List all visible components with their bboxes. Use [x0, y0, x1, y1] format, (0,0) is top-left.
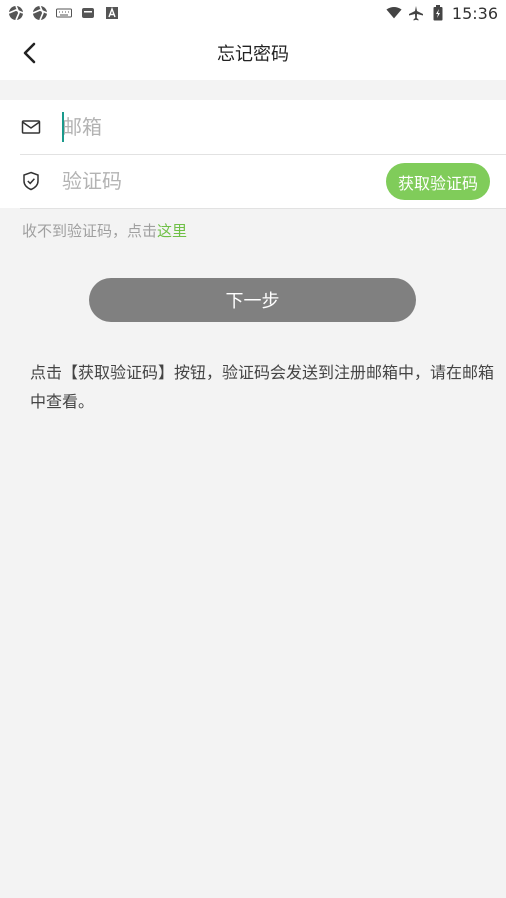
get-code-button[interactable]: 获取验证码 — [385, 163, 490, 200]
resend-link[interactable]: 这里 — [157, 222, 187, 240]
mail-icon — [20, 116, 42, 138]
system-icons: 15:36 — [386, 4, 498, 23]
airplane-icon — [408, 5, 424, 21]
navigation-bar: 忘记密码 — [0, 26, 506, 80]
battery-icon — [430, 5, 446, 21]
aperture-icon — [8, 5, 24, 21]
spacer — [0, 80, 506, 100]
card-icon — [80, 5, 96, 21]
wifi-icon — [386, 5, 402, 21]
resend-hint-text: 收不到验证码，点击 — [22, 222, 158, 240]
back-button[interactable] — [14, 38, 44, 68]
instruction-text: 点击【获取验证码】按钮，验证码会发送到注册邮箱中，请在邮箱中查看。 — [30, 363, 495, 411]
code-row: 获取验证码 — [0, 154, 506, 208]
resend-hint: 收不到验证码，点击这里 — [0, 209, 506, 241]
status-bar: 15:36 — [0, 0, 506, 26]
chevron-left-icon — [23, 42, 36, 64]
reset-form: 获取验证码 — [0, 100, 506, 208]
text-cursor — [62, 112, 64, 142]
next-step-button[interactable]: 下一步 — [89, 278, 416, 322]
notification-icons — [8, 5, 120, 21]
email-row — [0, 100, 506, 154]
page-title: 忘记密码 — [217, 44, 289, 65]
font-a-icon — [104, 5, 120, 21]
shield-check-icon — [20, 170, 42, 192]
keyboard-icon — [56, 5, 72, 21]
email-input[interactable] — [62, 107, 506, 147]
status-time: 15:36 — [451, 3, 498, 23]
aperture-icon — [32, 5, 48, 21]
